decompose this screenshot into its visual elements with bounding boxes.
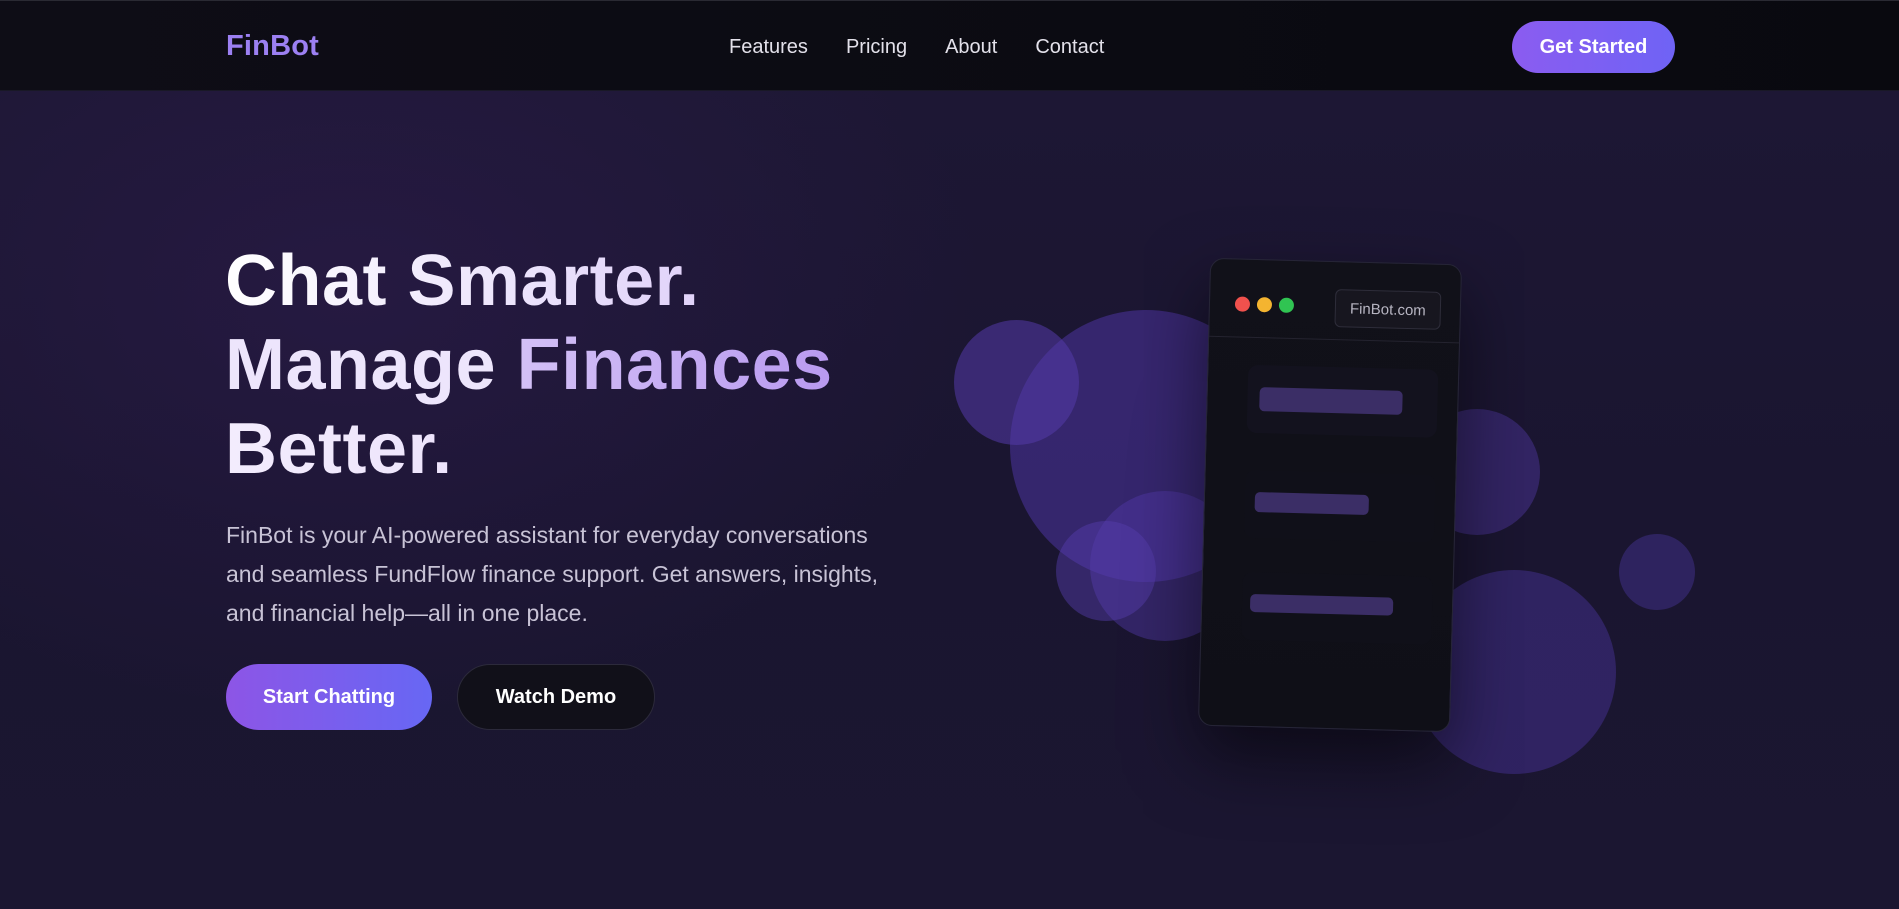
window-minimize-dot-icon [1256, 297, 1273, 313]
start-chatting-button[interactable]: Start Chatting [226, 664, 432, 730]
window-maximize-dot-icon [1278, 297, 1295, 313]
nav-link-pricing[interactable]: Pricing [846, 36, 907, 59]
mockup-message [1243, 469, 1436, 543]
nav-links: Features Pricing About Contact [729, 36, 1104, 59]
get-started-button[interactable]: Get Started [1512, 21, 1675, 73]
headline-line-1: Chat Smarter. [225, 239, 833, 323]
decorative-bubble [1056, 521, 1156, 621]
nav-link-about[interactable]: About [945, 36, 997, 59]
mockup-message [1246, 364, 1439, 438]
mockup-message-bar [1259, 387, 1403, 415]
watch-demo-button[interactable]: Watch Demo [457, 664, 655, 730]
hero-section: Chat Smarter. Manage Finances Better. Fi… [0, 91, 1899, 909]
brand-logo[interactable]: FinBot [226, 30, 319, 63]
hero-subtitle: FinBot is your AI-powered assistant for … [226, 522, 878, 626]
window-close-dot-icon [1234, 296, 1251, 312]
decorative-bubble [1619, 534, 1695, 610]
mockup-url: FinBot.com [1334, 289, 1442, 330]
decorative-bubble [954, 320, 1079, 445]
mockup-message [1241, 571, 1433, 645]
mockup-titlebar: FinBot.com [1209, 258, 1462, 344]
hero-headline: Chat Smarter. Manage Finances Better. [225, 239, 833, 491]
headline-word-manage: Manage [225, 325, 497, 405]
headline-word-finances: Finances [516, 325, 833, 405]
app-mockup: FinBot.com [1197, 257, 1463, 733]
navbar: FinBot Features Pricing About Contact Ge… [0, 0, 1899, 91]
nav-link-contact[interactable]: Contact [1035, 36, 1104, 59]
headline-line-2: Manage Finances [225, 323, 833, 407]
mockup-message-bar [1249, 593, 1394, 616]
mockup-message-bar [1254, 492, 1370, 516]
headline-line-3: Better. [225, 407, 833, 491]
nav-link-features[interactable]: Features [729, 36, 808, 59]
